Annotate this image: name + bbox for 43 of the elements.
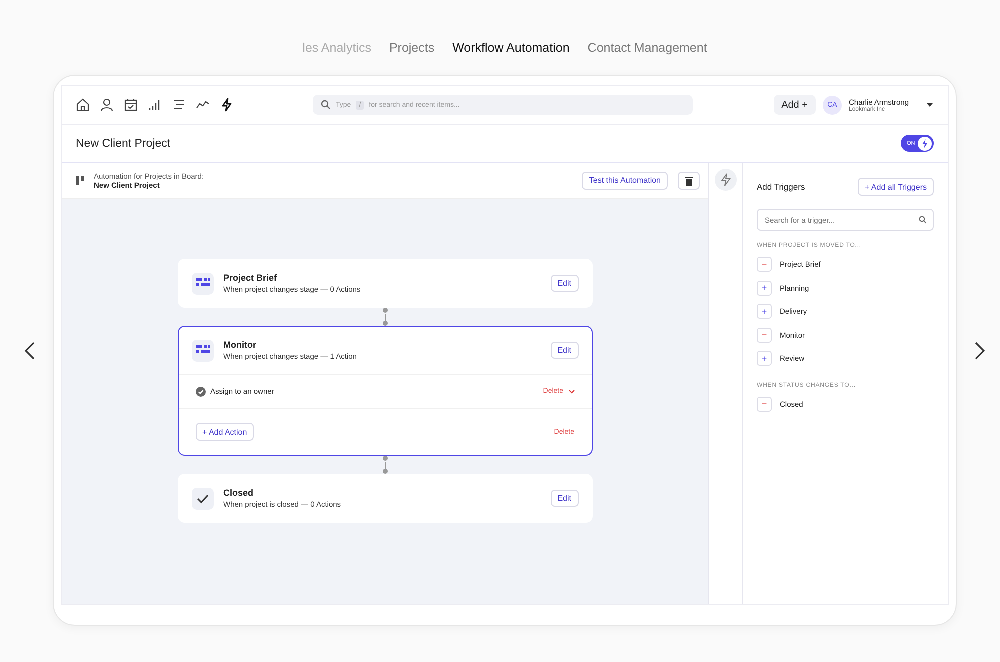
trigger-toggle-button[interactable]: +: [757, 304, 772, 320]
trigger-toggle-button[interactable]: −: [757, 328, 772, 343]
board-grid-icon: [196, 278, 210, 289]
home-icon[interactable]: [76, 98, 90, 112]
person-icon[interactable]: [100, 98, 114, 112]
trigger-toggle-button[interactable]: +: [757, 280, 772, 296]
lightning-icon: [720, 173, 732, 187]
connector: [382, 456, 388, 474]
edit-button[interactable]: Edit: [550, 490, 578, 507]
page-title: New Client Project: [76, 138, 171, 150]
search-icon: [321, 100, 331, 110]
lightning-button[interactable]: [714, 169, 736, 191]
board-grid-icon: [196, 345, 210, 356]
add-action-button[interactable]: + Add Action: [196, 423, 254, 441]
test-automation-button[interactable]: Test this Automation: [582, 172, 668, 190]
caret-icon[interactable]: [926, 102, 934, 108]
delete-button[interactable]: [678, 172, 700, 190]
bar-chart-icon[interactable]: [148, 98, 162, 112]
lightning-icon[interactable]: [220, 98, 234, 112]
add-all-triggers-button[interactable]: + Add all Triggers: [858, 178, 934, 196]
stage-title: Monitor: [224, 340, 258, 350]
search-icon: [919, 216, 927, 224]
list-icon[interactable]: [172, 98, 186, 112]
connector: [382, 308, 388, 326]
check-icon: [196, 494, 208, 504]
trigger-toggle-button[interactable]: +: [757, 351, 772, 366]
lightning-icon: [918, 136, 932, 150]
board-icon: [76, 176, 84, 185]
showcase-tab[interactable]: Contact Management: [588, 41, 708, 55]
trigger-toggle-button[interactable]: −: [757, 257, 772, 272]
calendar-icon[interactable]: [124, 98, 138, 112]
edit-button[interactable]: Edit: [550, 342, 578, 359]
showcase-tab[interactable]: Workflow Automation: [452, 41, 570, 55]
check-circle-icon: [196, 386, 206, 396]
stage-title: Closed: [224, 488, 255, 498]
trigger-toggle-button[interactable]: −: [757, 396, 772, 412]
edit-button[interactable]: Edit: [550, 275, 578, 292]
trash-icon: [685, 176, 693, 186]
panel-title: Add Triggers: [757, 182, 806, 192]
showcase-tab[interactable]: Projects: [389, 41, 435, 55]
add-button[interactable]: Add +: [774, 95, 816, 115]
stage-title: Project Brief: [224, 273, 278, 283]
chevron-down-icon[interactable]: [568, 390, 574, 394]
